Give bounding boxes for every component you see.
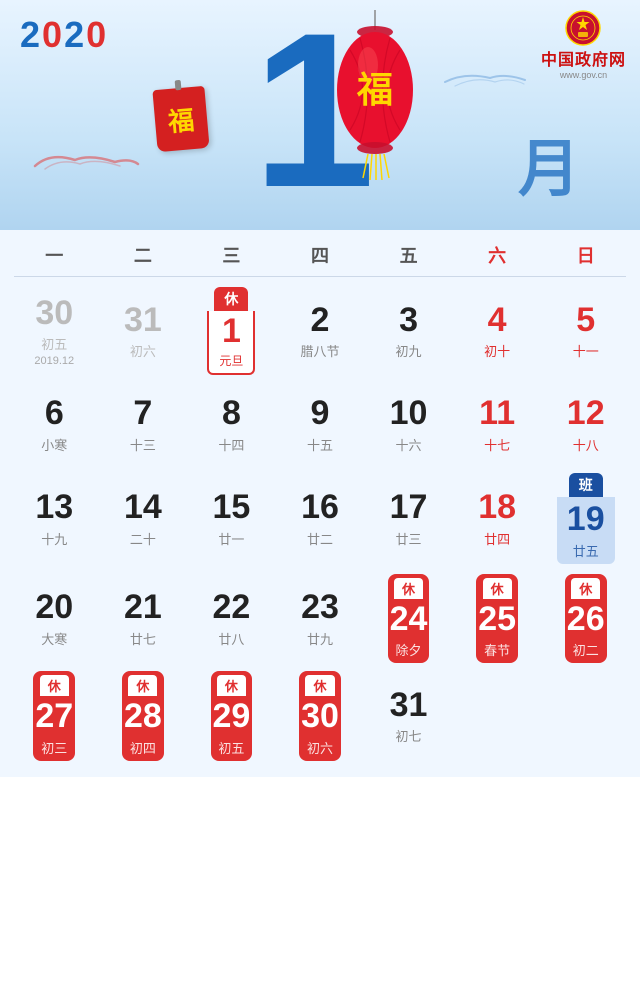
day-jan-6: 6 小寒 (10, 383, 99, 465)
empty-1 (453, 669, 542, 762)
header: 2020 中国政府网 www.gov.cn 福 (0, 0, 640, 230)
day-jan-18: 18 廿四 (453, 469, 542, 567)
week-row-5: 休 27 初三 休 28 初四 休 29 初五 (10, 669, 630, 762)
empty-2 (541, 669, 630, 762)
holiday-29: 休 29 初五 (211, 671, 253, 760)
xiu-label-26: 休 (571, 578, 600, 599)
xiu-label-24: 休 (394, 578, 423, 599)
day-jan-14: 14 二十 (99, 469, 188, 567)
day-dec-31: 31 初六 (99, 283, 188, 379)
day-jan-20: 20 大寒 (10, 572, 99, 665)
dow-sun: 日 (541, 242, 630, 268)
week-row-4: 20 大寒 21 廿七 22 廿八 23 廿九 休 24 除夕 (10, 572, 630, 665)
holiday-25: 休 25 春节 (476, 574, 518, 663)
holiday-28: 休 28 初四 (122, 671, 164, 760)
svg-text:福: 福 (356, 69, 393, 110)
week-row-2: 6 小寒 7 十三 8 十四 9 十五 10 十六 11 十七 (10, 383, 630, 465)
day-jan-8: 8 十四 (187, 383, 276, 465)
dow-tue: 二 (99, 242, 188, 268)
xiu-badge-1: 休 (214, 287, 248, 311)
day-jan-3: 3 初九 (364, 283, 453, 379)
day-jan-29: 休 29 初五 (187, 669, 276, 762)
day-jan-16: 16 廿二 (276, 469, 365, 567)
ban-badge-19: 班 (569, 473, 603, 497)
xiu-label-27: 休 (40, 675, 69, 696)
year-zero: 0 (42, 14, 64, 55)
xiu-label-30: 休 (305, 675, 334, 696)
ban-body-19: 19 廿五 (557, 497, 615, 563)
year-prefix: 2 (20, 14, 42, 55)
day-jan-17: 17 廿三 (364, 469, 453, 567)
yue-character: 月 (518, 118, 580, 208)
yuandan-body: 1 元旦 (207, 311, 255, 375)
gov-url: www.gov.cn (560, 70, 607, 80)
day-dec-30: 30 初五 2019.12 (10, 283, 99, 379)
day-jan-24: 休 24 除夕 (364, 572, 453, 665)
fu-decoration: 福 (152, 86, 209, 152)
holiday-26: 休 26 初二 (565, 574, 607, 663)
day-jan-23: 23 廿九 (276, 572, 365, 665)
year-zero2: 0 (86, 14, 108, 55)
day-jan-9: 9 十五 (276, 383, 365, 465)
dow-mon: 一 (10, 242, 99, 268)
day-jan-30: 休 30 初六 (276, 669, 365, 762)
day-jan-10: 10 十六 (364, 383, 453, 465)
day-jan-27: 休 27 初三 (10, 669, 99, 762)
day-jan-11: 11 十七 (453, 383, 542, 465)
holiday-24: 休 24 除夕 (388, 574, 430, 663)
dow-thu: 四 (276, 242, 365, 268)
day-jan-7: 7 十三 (99, 383, 188, 465)
day-jan-4: 4 初十 (453, 283, 542, 379)
day-jan-21: 21 廿七 (99, 572, 188, 665)
dow-wed: 三 (187, 242, 276, 268)
page-container: 2020 中国政府网 www.gov.cn 福 (0, 0, 640, 777)
week-row-1: 30 初五 2019.12 31 初六 休 1 元旦 2 腊八节 (10, 283, 630, 379)
day-jan-25: 休 25 春节 (453, 572, 542, 665)
day-jan-1: 休 1 元旦 (187, 283, 276, 379)
cloud-left-icon (30, 150, 140, 172)
day-jan-26: 休 26 初二 (541, 572, 630, 665)
day-jan-31: 31 初七 (364, 669, 453, 762)
dow-sat: 六 (453, 242, 542, 268)
lantern-icon: 福 (330, 10, 420, 180)
day-jan-19: 班 19 廿五 (541, 469, 630, 567)
xiu-label-29: 休 (217, 675, 246, 696)
year-logo: 2020 (20, 14, 108, 56)
xiu-label-25: 休 (483, 578, 512, 599)
lantern-decoration: 福 (330, 10, 420, 185)
xiu-label-28: 休 (128, 675, 157, 696)
day-jan-28: 休 28 初四 (99, 669, 188, 762)
day-jan-22: 22 廿八 (187, 572, 276, 665)
day-jan-2: 2 腊八节 (276, 283, 365, 379)
day-jan-12: 12 十八 (541, 383, 630, 465)
week-row-3: 13 十九 14 二十 15 廿一 16 廿二 17 廿三 18 廿四 (10, 469, 630, 567)
year-suffix: 2 (64, 14, 86, 55)
holiday-27: 休 27 初三 (33, 671, 75, 760)
cloud-right-icon (440, 70, 530, 88)
gov-logo: 中国政府网 www.gov.cn (541, 10, 626, 80)
national-emblem-icon (565, 10, 601, 46)
gov-site-name: 中国政府网 (541, 46, 626, 70)
dow-header: 一 二 三 四 五 六 日 (10, 230, 630, 276)
dow-fri: 五 (364, 242, 453, 268)
header-divider (14, 276, 626, 277)
day-jan-15: 15 廿一 (187, 469, 276, 567)
calendar: 一 二 三 四 五 六 日 30 初五 2019.12 31 初六 休 (0, 230, 640, 777)
holiday-30: 休 30 初六 (299, 671, 341, 760)
day-jan-13: 13 十九 (10, 469, 99, 567)
day-jan-5: 5 十一 (541, 283, 630, 379)
